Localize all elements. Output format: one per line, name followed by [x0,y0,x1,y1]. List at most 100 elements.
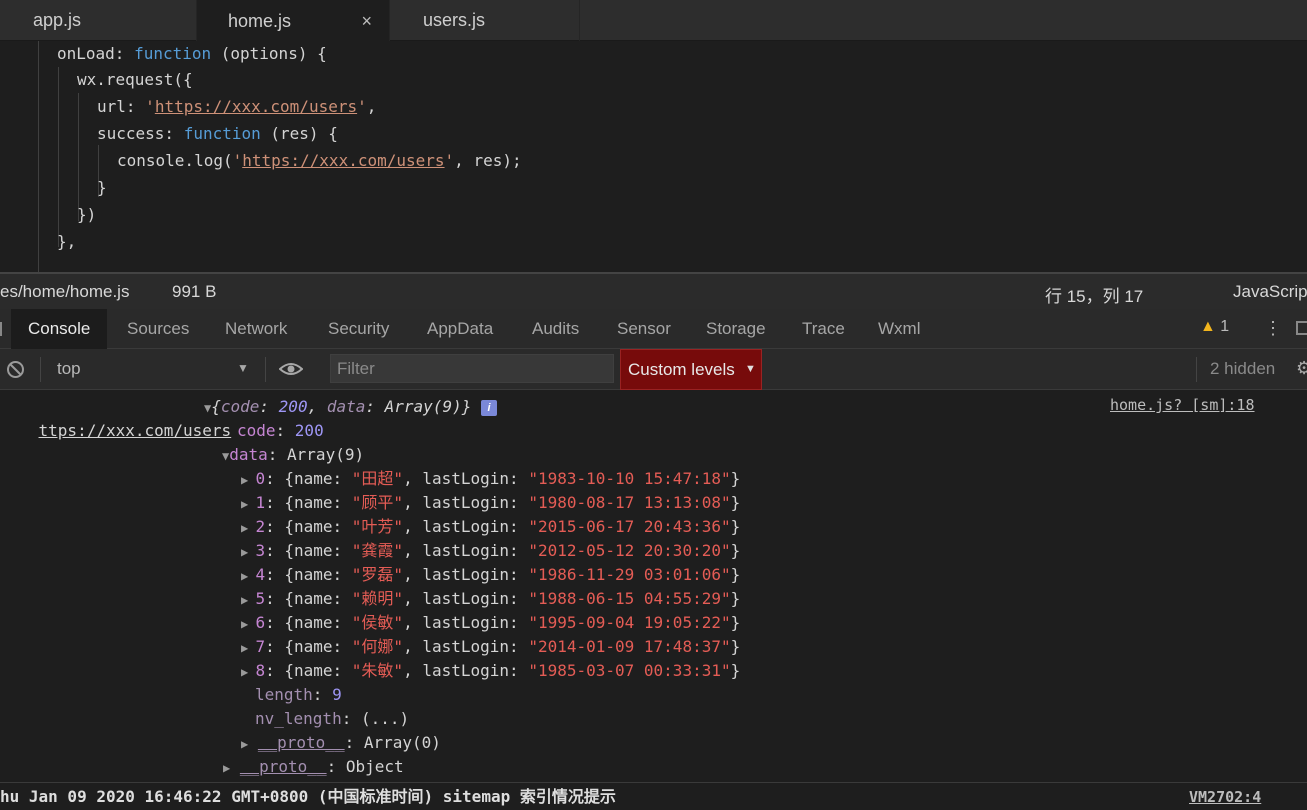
expand-arrow-icon[interactable]: ▶ [241,593,255,607]
summary-key: data [326,397,366,416]
filter-field[interactable] [330,354,614,383]
panel-dock-icon[interactable] [0,322,8,336]
tab-trace[interactable]: Trace [802,309,845,349]
array-entry-row[interactable]: ▶ 4: {name: "罗磊", lastLogin: "1986-11-29… [241,563,740,587]
tab-sensor[interactable]: Sensor [617,309,671,349]
property-row[interactable]: ▶ __proto__: Object [223,755,404,779]
expand-arrow-icon[interactable]: ▶ [241,737,248,751]
indent-guide [58,67,59,247]
array-entry-row[interactable]: ▶ 3: {name: "龚霞", lastLogin: "2012-05-12… [241,539,740,563]
property-key: data [229,445,268,464]
expand-arrow-icon[interactable]: ▶ [223,761,230,775]
array-entry-row[interactable]: ▶ 2: {name: "叶芳", lastLogin: "2015-06-17… [241,515,740,539]
log-levels-label: Custom levels [628,360,735,379]
warnings-counter[interactable]: ▲ 1 [1200,318,1229,336]
tab-security[interactable]: Security [328,309,389,349]
property-key: __proto__ [257,733,345,752]
eye-icon[interactable] [279,361,303,377]
log-message: hu Jan 09 2020 16:46:22 GMT+0800 (中国标准时间… [0,787,616,806]
expand-arrow-icon[interactable]: ▶ [241,617,255,631]
tab-audits[interactable]: Audits [532,309,579,349]
property-value[interactable]: (...) [361,709,409,728]
property-row[interactable]: ▶ __proto__: Array(0) [241,731,441,755]
source-link[interactable]: VM2702:4 [1189,785,1261,809]
code-line: console.log('https://xxx.com/users', res… [117,148,522,174]
entry-lastlogin-value: "1980-08-17 13:13:08" [528,493,731,512]
entry-index: 2 [255,517,266,536]
expand-arrow-icon[interactable]: ▶ [241,497,255,511]
info-icon[interactable]: i [480,399,497,416]
tab-storage[interactable]: Storage [706,309,766,349]
cursor-position[interactable]: 行 15，列 17 [1045,282,1143,307]
tab-label: app.js [33,10,82,30]
punct: : { [265,637,294,656]
array-entry-row[interactable]: ▶ 5: {name: "赖明", lastLogin: "1988-06-15… [241,587,740,611]
summary-key: code [220,397,260,416]
property-key: length [255,685,313,704]
expand-arrow-icon[interactable]: ▶ [241,473,255,487]
entry-key-lastlogin: , lastLogin: [403,661,529,680]
array-entry-row[interactable]: ▶ 1: {name: "顾平", lastLogin: "1980-08-17… [241,491,740,515]
kebab-menu-icon[interactable]: ⋮ [1264,318,1282,339]
entry-name-value: "龚霞" [351,541,404,560]
property-key: code [237,421,276,440]
code-url[interactable]: https://xxx.com/users [242,151,444,170]
punct: } [730,493,741,512]
divider [265,357,266,382]
expand-arrow-icon[interactable]: ▶ [241,665,255,679]
language-mode[interactable]: JavaScrip [1233,282,1307,302]
close-icon[interactable]: × [361,11,372,32]
array-entry-row[interactable]: ▶ 8: {name: "朱敏", lastLogin: "1985-03-07… [241,659,740,683]
tab-users-js[interactable]: users.js [390,0,580,41]
array-entry-row[interactable]: ▶ 6: {name: "侯敏", lastLogin: "1995-09-04… [241,611,740,635]
hidden-count: 2 hidden [1210,359,1276,378]
code-string: ' [357,97,367,116]
punct: } [730,541,741,560]
expand-arrow-icon[interactable]: ▶ [241,641,255,655]
expand-arrow-icon[interactable]: ▶ [241,569,255,583]
tab-label: users.js [423,10,486,30]
entry-name-value: "罗磊" [351,565,404,584]
log-object-summary[interactable]: ▼{code: 200, data: Array(9)} i [204,395,497,419]
warnings-count: 1 [1220,318,1230,335]
tab-app-js[interactable]: app.js [0,0,197,41]
entry-name-value: "赖明" [351,589,404,608]
code-token: (res) { [260,124,338,143]
punct: : { [265,589,294,608]
tab-sources[interactable]: Sources [127,309,189,349]
entry-index: 1 [255,493,266,512]
undock-icon[interactable] [1296,321,1307,335]
entry-key-name: name: [294,541,352,560]
expand-arrow-icon[interactable]: ▶ [241,545,255,559]
filter-input[interactable] [331,355,613,382]
code-line: }, [57,229,76,255]
entry-key-name: name: [294,469,352,488]
context-selector[interactable]: top [57,359,81,379]
code-url[interactable]: https://xxx.com/users [155,97,357,116]
entry-key-lastlogin: , lastLogin: [403,469,529,488]
expand-arrow-icon[interactable]: ▶ [241,521,255,535]
summary-value: 200 [278,397,308,416]
array-entry-row[interactable]: ▶ 7: {name: "何娜", lastLogin: "2014-01-09… [241,635,740,659]
property-row[interactable]: ▼data: Array(9) [222,443,364,467]
array-entry-row[interactable]: ▶ 0: {name: "田超", lastLogin: "1983-10-10… [241,467,740,491]
entry-index: 5 [255,589,266,608]
code-editor[interactable]: onLoad: function (options) { wx.request(… [0,41,1307,272]
gear-icon[interactable]: ⚙ [1296,358,1307,379]
tab-network[interactable]: Network [225,309,287,349]
code-token: (options) { [211,44,327,63]
source-link[interactable]: home.js? [sm]:18 [1110,393,1255,417]
property-row[interactable]: nv_length: (...) [255,707,409,731]
chevron-down-icon[interactable]: ▼ [237,361,249,375]
log-levels-dropdown[interactable]: Custom levels ▼ [620,349,762,390]
punct: } [730,469,741,488]
devtools-tab-bar: Console Sources Network Security AppData… [0,309,1307,349]
property-value: 200 [294,421,324,440]
tab-wxml[interactable]: Wxml [878,309,920,349]
punct: : { [265,541,294,560]
clear-console-icon[interactable] [6,360,25,379]
code-string: ' [444,151,455,170]
tab-home-js[interactable]: home.js × [197,0,390,42]
tab-appdata[interactable]: AppData [427,309,493,349]
tab-console[interactable]: Console [11,309,108,349]
